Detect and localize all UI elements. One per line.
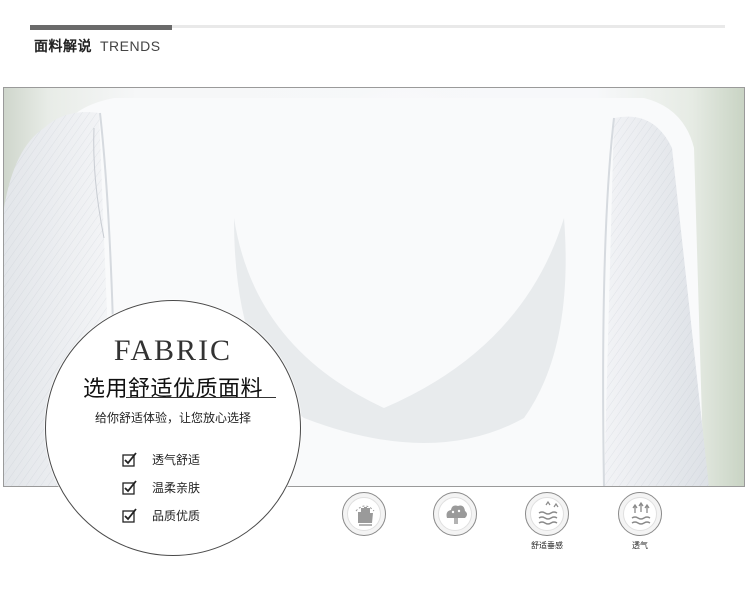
property-item <box>324 492 404 562</box>
feature-label: 透气舒适 <box>152 452 201 467</box>
checkbox-checked-icon <box>122 451 138 467</box>
section-title: 面料解说 TRENDS <box>34 36 161 56</box>
fabric-info-badge: FABRIC 选用舒适优质面料 给你舒适体验，让您放心选择 透气舒适 温柔亲肤 … <box>45 300 301 556</box>
feature-label: 品质优质 <box>152 508 201 523</box>
fabric-title: FABRIC <box>113 334 233 367</box>
property-item: 舒适垂感 <box>507 492 587 562</box>
hand-fabric-icon <box>342 492 386 536</box>
fabric-heading: 选用舒适优质面料 <box>82 377 263 402</box>
soft-cloud-icon <box>433 492 477 536</box>
fabric-subheading: 给你舒适体验，让您放心选择 <box>94 411 251 425</box>
property-label <box>324 540 404 550</box>
breathable-icon <box>618 492 662 536</box>
checkbox-checked-icon <box>122 479 138 495</box>
section-title-zh: 面料解说 <box>34 39 92 55</box>
feature-list: 透气舒适 温柔亲肤 品质优质 <box>122 445 200 529</box>
property-label: 透气 <box>632 541 648 550</box>
drape-waves-icon <box>525 492 569 536</box>
property-label <box>415 540 495 550</box>
property-item <box>415 492 495 562</box>
feature-item: 透气舒适 <box>122 445 200 473</box>
heading-underline <box>126 397 276 398</box>
feature-label: 温柔亲肤 <box>152 480 201 495</box>
header-accent-bar <box>30 25 172 30</box>
feature-item: 品质优质 <box>122 501 200 529</box>
section-title-en: TRENDS <box>100 38 161 54</box>
property-item: 透气 <box>600 492 680 562</box>
feature-item: 温柔亲肤 <box>122 473 200 501</box>
checkbox-checked-icon <box>122 507 138 523</box>
property-label: 舒适垂感 <box>531 541 563 550</box>
